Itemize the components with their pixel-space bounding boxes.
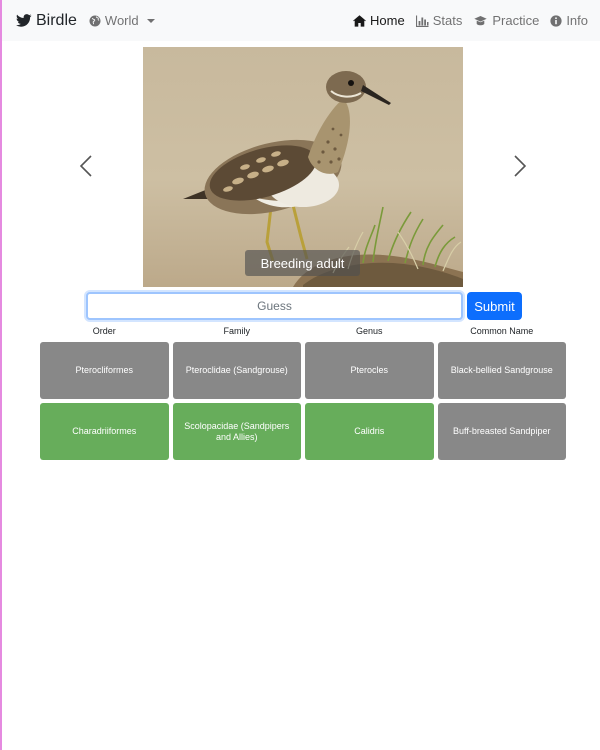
nav-stats[interactable]: Stats	[415, 13, 463, 28]
cell-genus: Pterocles	[305, 342, 434, 399]
cell-family: Pteroclidae (Sandgrouse)	[172, 342, 301, 399]
cell-common-name: Black-bellied Sandgrouse	[437, 342, 566, 399]
header-order: Order	[92, 326, 116, 336]
chevron-left-icon	[79, 155, 92, 177]
brand-link[interactable]: Birdle	[16, 12, 77, 30]
nav-info[interactable]: Info	[550, 13, 588, 28]
cell-order: Pterocliformes	[40, 342, 169, 399]
brand-label: Birdle	[36, 11, 77, 29]
header-genus: Genus	[355, 326, 383, 336]
cell-genus: Calidris	[305, 403, 434, 460]
nav-home-label: Home	[370, 13, 405, 28]
caret-down-icon	[146, 18, 155, 23]
results-header: Order Family Genus Common Name	[40, 326, 566, 340]
chevron-right-icon	[514, 155, 527, 177]
cell-family: Scolopacidae (Sandpipers and Allies)	[172, 403, 301, 460]
photo-caption: Breeding adult	[245, 250, 360, 276]
nav-practice-label: Practice	[492, 13, 540, 28]
bird-icon	[16, 13, 32, 27]
region-label: World	[104, 13, 139, 28]
nav-practice[interactable]: Practice	[473, 13, 539, 28]
guess-input[interactable]	[86, 292, 463, 320]
nav-home[interactable]: Home	[353, 13, 405, 28]
cell-order: Charadriiformes	[40, 403, 169, 460]
nav-stats-label: Stats	[432, 13, 463, 28]
home-icon	[353, 14, 366, 27]
info-icon	[550, 14, 562, 27]
navbar: Birdle World Home Stats Practice Info	[2, 0, 600, 41]
bar-chart-icon	[415, 15, 429, 27]
submit-button[interactable]: Submit	[467, 292, 522, 320]
carousel-next[interactable]	[513, 154, 527, 178]
globe-icon	[89, 15, 101, 26]
guess-row: Pterocliformes Pteroclidae (Sandgrouse) …	[40, 342, 566, 399]
nav-info-label: Info	[566, 13, 588, 28]
carousel-prev[interactable]	[79, 154, 93, 178]
nav-links: Home Stats Practice Info	[353, 13, 588, 28]
graduation-cap-icon	[474, 15, 488, 25]
header-common-name: Common Name	[470, 326, 534, 336]
guess-row: Charadriiformes Scolopacidae (Sandpipers…	[40, 403, 566, 460]
cell-common-name: Buff-breasted Sandpiper	[437, 403, 566, 460]
header-family: Family	[223, 326, 251, 336]
region-dropdown[interactable]: World	[89, 13, 155, 28]
results-grid: Order Family Genus Common Name Pteroclif…	[40, 326, 566, 460]
